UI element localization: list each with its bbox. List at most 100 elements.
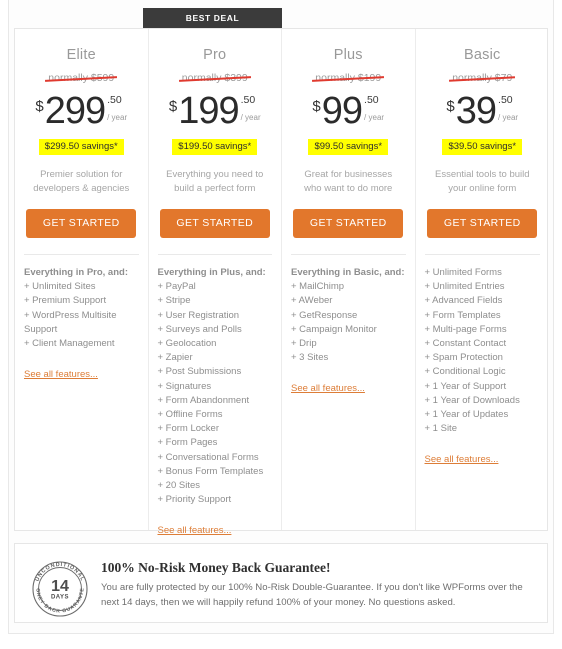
features-divider <box>291 254 406 255</box>
plan-name: Elite <box>66 47 96 63</box>
plan-original-price: normally $79 <box>449 72 516 84</box>
see-all-row: See all features... <box>416 449 550 467</box>
plan-column-elite: Elite normally $599 $299.50 / year $299.50 s… <box>15 29 149 530</box>
see-all-features-link[interactable]: See all features... <box>425 454 499 465</box>
price-period: / year <box>107 113 128 122</box>
feature-item: + 1 Site <box>424 423 457 435</box>
savings-row: $299.50 savings* <box>21 136 142 155</box>
plan-description: Everything you need to build a perfect f… <box>166 169 264 194</box>
plan-column-plus: Plus normally $199 $99.50 / year $99.50 savi… <box>282 29 416 530</box>
plan-name: Pro <box>203 47 227 63</box>
plan-price: $39.50 / year <box>422 92 544 132</box>
feature-item: + Campaign Monitor <box>291 323 377 335</box>
plan-header: Basic normally $79 $39.50 / year $39.50 savi… <box>416 47 550 238</box>
feature-item: + Signatures <box>157 380 212 392</box>
get-started-button[interactable]: GET STARTED <box>293 209 404 238</box>
savings-badge: $199.50 savings* <box>172 139 258 155</box>
plan-original-price: normally $399 <box>178 72 251 84</box>
features-divider <box>24 254 139 255</box>
see-all-row: See all features... <box>15 364 148 382</box>
savings-badge: $299.50 savings* <box>38 139 124 155</box>
plan-description: Great for businesses who want to do more <box>304 169 393 194</box>
feature-item: + Form Abandonment <box>157 394 250 406</box>
plan-header: Elite normally $599 $299.50 / year $299.50 s… <box>15 47 148 238</box>
feature-item: + User Registration <box>157 309 240 321</box>
feature-item: + Multi-page Forms <box>424 323 507 335</box>
feature-item: + 3 Sites <box>291 352 329 364</box>
feature-item: + Spam Protection <box>424 352 503 364</box>
price-period: / year <box>364 113 385 122</box>
price-amount: 199 <box>178 90 239 132</box>
currency-symbol: $ <box>35 98 44 115</box>
svg-text:DAYS: DAYS <box>51 595 69 601</box>
feature-item: + Post Submissions <box>157 366 242 378</box>
features-title: Everything in Pro, and: <box>24 267 128 278</box>
feature-item: + 1 Year of Updates <box>424 409 509 421</box>
feature-item: + Surveys and Polls <box>157 323 242 335</box>
svg-text:14: 14 <box>51 578 69 595</box>
feature-item: + Form Templates <box>424 309 501 321</box>
savings-row: $99.50 savings* <box>288 136 409 155</box>
get-started-button[interactable]: GET STARTED <box>427 209 538 238</box>
plan-column-pro: Pro normally $399 $199.50 / year $199.50 sav… <box>148 29 282 536</box>
feature-item: + Stripe <box>157 295 191 307</box>
feature-item: + Unlimited Forms <box>424 267 502 278</box>
see-all-features-link[interactable]: See all features... <box>24 369 98 380</box>
get-started-button[interactable]: GET STARTED <box>159 209 270 238</box>
plan-description: Premier solution for developers & agenci… <box>33 169 130 194</box>
feature-item: + Form Pages <box>157 437 218 449</box>
price-amount: 39 <box>455 90 497 132</box>
features-list: Everything in Pro, and: + Unlimited Sites… <box>15 266 148 351</box>
see-all-features-link[interactable]: See all features... <box>291 383 365 394</box>
get-started-button[interactable]: GET STARTED <box>26 209 137 238</box>
plan-description: Essential tools to build your online for… <box>434 169 530 194</box>
cta-row: GET STARTED <box>422 209 544 238</box>
guarantee-body: You are fully protected by our 100% No-R… <box>101 582 523 608</box>
feature-item: + GetResponse <box>291 309 358 321</box>
feature-item: + WordPress Multisite Support <box>24 309 117 335</box>
feature-item: + MailChimp <box>291 281 345 293</box>
best-deal-ribbon: BEST DEAL <box>143 8 282 28</box>
feature-item: + 20 Sites <box>157 480 201 492</box>
feature-item: + Bonus Form Templates <box>157 465 264 477</box>
feature-item: + Conversational Forms <box>157 451 259 463</box>
feature-item: + Conditional Logic <box>424 366 506 378</box>
plan-header: Pro normally $399 $199.50 / year $199.50 sav… <box>149 47 282 238</box>
features-list: + Unlimited Forms + Unlimited Entries + Ad… <box>416 266 550 436</box>
see-all-features-link[interactable]: See all features... <box>158 525 232 536</box>
price-cents: .50 <box>364 94 379 106</box>
plan-original-price: normally $599 <box>45 72 118 84</box>
plan-header: Plus normally $199 $99.50 / year $99.50 savi… <box>282 47 415 238</box>
features-title: Everything in Plus, and: <box>157 267 266 278</box>
price-period: / year <box>240 113 261 122</box>
currency-symbol: $ <box>446 98 455 115</box>
feature-item: + Geolocation <box>157 338 217 350</box>
price-amount: 299 <box>44 90 106 132</box>
plan-name: Plus <box>333 47 363 63</box>
feature-item: + Unlimited Sites <box>24 281 96 293</box>
feature-item: + Client Management <box>24 338 115 350</box>
savings-row: $199.50 savings* <box>155 136 276 155</box>
features-list: Everything in Basic, and: + MailChimp + AW… <box>282 266 415 365</box>
cta-row: GET STARTED <box>155 209 276 238</box>
plan-price: $199.50 / year <box>155 92 276 132</box>
features-divider <box>424 254 540 255</box>
currency-symbol: $ <box>168 98 178 115</box>
guarantee-badge-icon: UNCONDITIONAL MONEY BACK GUARANTEE 14 DA… <box>26 554 91 620</box>
plan-column-basic: Basic normally $79 $39.50 / year $39.50 savi… <box>416 29 550 530</box>
pricing-plans-container: Elitenormally $599$299.50/ year$299.50 s… <box>14 28 550 536</box>
see-all-row: See all features... <box>149 520 282 538</box>
price-suffix: .50 / year <box>240 95 261 123</box>
see-all-row: See all features... <box>282 378 415 396</box>
cta-row: GET STARTED <box>21 209 142 238</box>
feature-item: + Offline Forms <box>157 409 223 421</box>
price-suffix: .50 / year <box>498 95 519 123</box>
feature-item: + Unlimited Entries <box>424 281 505 293</box>
feature-item: + 1 Year of Downloads <box>424 394 520 406</box>
price-amount: 99 <box>321 90 363 132</box>
plan-price: $99.50 / year <box>288 92 409 132</box>
plan-original-price: normally $199 <box>312 72 385 84</box>
feature-item: + Constant Contact <box>424 338 507 350</box>
price-period: / year <box>498 113 519 122</box>
plan-name: Basic <box>464 47 501 63</box>
